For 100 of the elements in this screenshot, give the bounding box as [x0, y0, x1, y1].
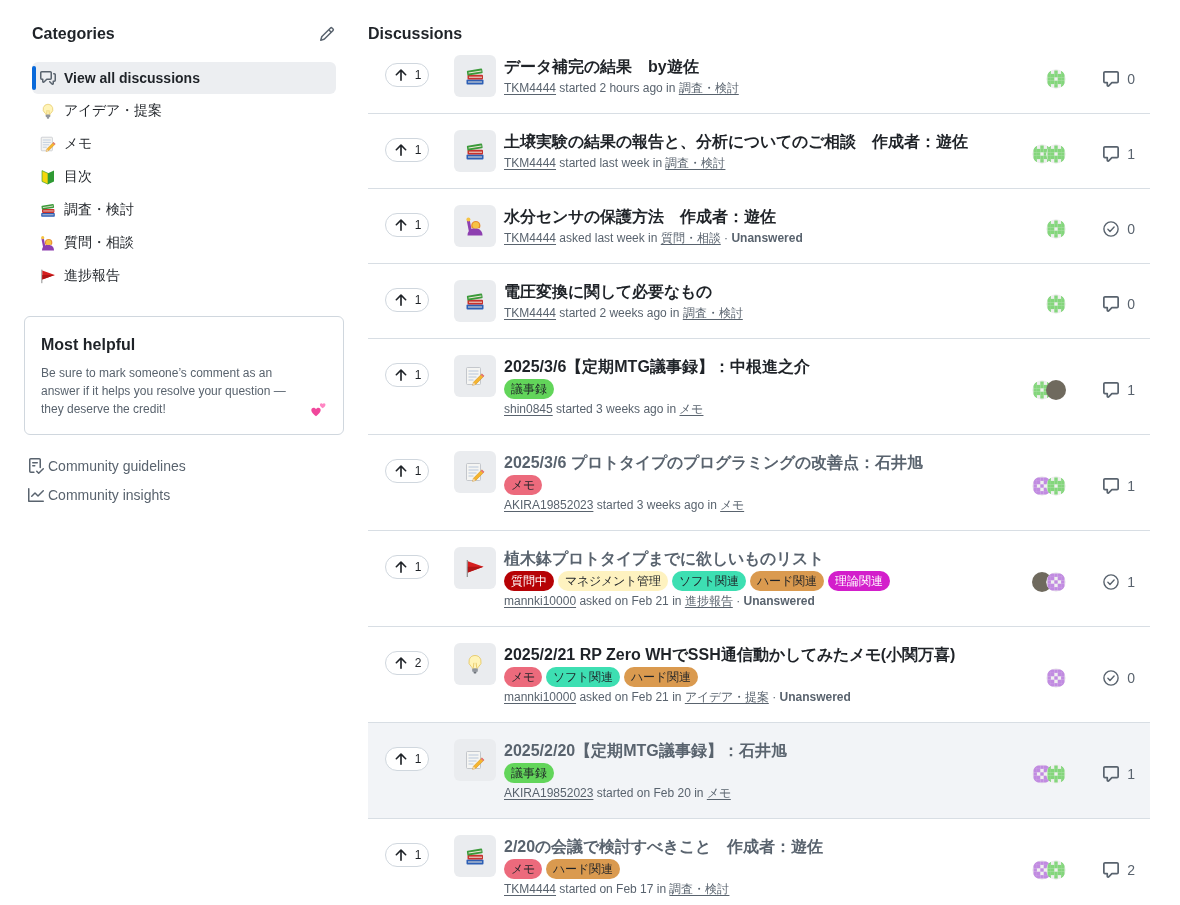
discussion-meta: TKM4444 asked last week in 質問・相談 · Unanswered [504, 230, 803, 247]
pencil-icon[interactable] [319, 26, 335, 42]
two-hearts-icon [310, 402, 327, 417]
discussion-title[interactable]: データ補完の結果 by遊佐 [504, 55, 699, 79]
discussion-title[interactable]: 植木鉢プロトタイプまでに欲しいものリスト [504, 547, 824, 571]
category-link[interactable]: 調査・検討 [665, 156, 726, 170]
comment-count: 0 [1127, 295, 1135, 314]
sidebar-link[interactable]: Community insights [24, 485, 171, 505]
books-icon [454, 280, 496, 322]
comment-icon [1103, 861, 1120, 878]
topic-label[interactable]: 議事録 [504, 379, 554, 399]
comment-count: 1 [1127, 572, 1135, 592]
arrow-up-icon [394, 561, 407, 573]
check-circle-icon [1103, 221, 1120, 237]
category-item[interactable]: 調査・検討 [32, 194, 336, 226]
category-item[interactable]: メモ [32, 128, 336, 160]
beginner-mark-icon [40, 169, 56, 185]
discussion-meta: AKIRA19852023 started 3 weeks ago in メモ [504, 497, 745, 514]
discussion-title[interactable]: 2025/3/6【定期MTG議事録】：中根進之介 [504, 355, 810, 379]
category-item[interactable]: 質問・相談 [32, 227, 336, 259]
discussion-meta: AKIRA19852023 started on Feb 20 in メモ [504, 785, 731, 802]
comment-count: 1 [1127, 764, 1135, 784]
upvote-button[interactable]: 1 [385, 213, 429, 237]
category-link[interactable]: アイデア・提案 [684, 690, 769, 704]
category-item[interactable]: 目次 [32, 161, 336, 193]
avatar-photo-placeholder [1046, 379, 1066, 400]
topic-label[interactable]: メモ [504, 475, 542, 495]
memo-pencil-icon [40, 136, 56, 152]
discussion-row[interactable]: 1 2025/2/20【定期MTG議事録】：石井旭 議事録 AKIRA19852023 started on Feb 20 in メモ 1 [368, 723, 1150, 819]
category-link[interactable]: 調査・検討 [669, 882, 730, 896]
discussion-meta: TKM4444 started on Feb 17 in 調査・検討 [504, 881, 730, 898]
category-item[interactable]: アイデア・提案 [32, 95, 336, 127]
category-link[interactable]: メモ [679, 402, 704, 416]
discussion-title[interactable]: 水分センサの保護方法 作成者：遊佐 [504, 205, 776, 229]
upvote-button[interactable]: 2 [385, 651, 429, 675]
comment-icon [1103, 296, 1120, 312]
discussion-title[interactable]: 2/20の会議で検討すべきこと 作成者：遊佐 [504, 835, 824, 859]
person-raising-hand-icon [454, 205, 496, 247]
topic-label[interactable]: ハード関連 [624, 667, 698, 687]
arrow-up-icon [394, 753, 407, 765]
category-item[interactable]: View all discussions [32, 62, 336, 94]
topic-label[interactable]: 理論関連 [828, 571, 890, 591]
topic-label[interactable]: ハード関連 [546, 859, 620, 879]
topic-label[interactable]: 質問中 [504, 571, 554, 591]
upvote-button[interactable]: 1 [385, 459, 429, 483]
upvote-button[interactable]: 1 [385, 555, 429, 579]
author-link[interactable]: TKM4444 [504, 231, 557, 245]
arrow-up-icon [394, 657, 407, 669]
author-link[interactable]: TKM4444 [504, 882, 557, 896]
comment-count: 0 [1127, 220, 1135, 239]
category-link[interactable]: 質問・相談 [660, 231, 721, 245]
arrow-up-icon [394, 144, 407, 156]
author-link[interactable]: TKM4444 [504, 306, 557, 320]
card-title: Most helpful [41, 335, 136, 355]
books-icon [454, 835, 496, 877]
category-item[interactable]: 進捗報告 [32, 260, 336, 292]
author-link[interactable]: AKIRA19852023 [504, 498, 594, 512]
comment-icon [1103, 381, 1120, 398]
upvote-button[interactable]: 1 [385, 843, 429, 867]
category-link[interactable]: 進捗報告 [684, 594, 733, 608]
category-link[interactable]: 調査・検討 [678, 81, 739, 95]
comment-count: 2 [1127, 860, 1135, 880]
author-link[interactable]: mannki10000 [504, 594, 577, 608]
memo-pencil-icon [454, 355, 496, 397]
topic-label[interactable]: メモ [504, 859, 542, 879]
author-link[interactable]: TKM4444 [504, 81, 557, 95]
comment-icon [1103, 765, 1120, 782]
section-title: Discussions [368, 24, 463, 44]
topic-label[interactable]: 議事録 [504, 763, 554, 783]
upvote-button[interactable]: 1 [385, 138, 429, 162]
discussion-title[interactable]: 2025/2/21 RP Zero WHでSSH通信動かしてみたメモ(小関万喜) [504, 643, 956, 667]
discussion-title[interactable]: 2025/3/6 プロトタイプのプログラミングの改善点：石井旭 [504, 451, 923, 475]
memo-pencil-icon [454, 451, 496, 493]
category-link[interactable]: 調査・検討 [682, 306, 743, 320]
discussion-title[interactable]: 土壌実験の結果の報告と、分析についてのご相談 作成者：遊佐 [504, 130, 968, 154]
upvote-button[interactable]: 1 [385, 363, 429, 387]
upvote-button[interactable]: 1 [385, 63, 429, 87]
topic-label[interactable]: マネジメント管理 [558, 571, 668, 591]
upvote-button[interactable]: 1 [385, 288, 429, 312]
author-link[interactable]: shin0845 [504, 402, 553, 416]
sidebar-link[interactable]: Community guidelines [24, 456, 186, 476]
comment-count: 1 [1127, 145, 1135, 164]
discussion-title[interactable]: 2025/2/20【定期MTG議事録】：石井旭 [504, 739, 787, 763]
books-icon [454, 55, 496, 97]
discussion-title[interactable]: 電圧変換に関して必要なもの [504, 280, 712, 304]
category-link[interactable]: メモ [720, 498, 745, 512]
checklist-icon [28, 458, 44, 474]
arrow-up-icon [394, 219, 407, 231]
author-link[interactable]: TKM4444 [504, 156, 557, 170]
line-graph-icon [28, 487, 44, 503]
topic-label[interactable]: メモ [504, 667, 542, 687]
upvote-button[interactable]: 1 [385, 747, 429, 771]
topic-label[interactable]: ソフト関連 [672, 571, 746, 591]
flag-icon [40, 268, 56, 284]
topic-label[interactable]: ソフト関連 [546, 667, 620, 687]
category-link[interactable]: メモ [706, 786, 731, 800]
topic-label[interactable]: ハード関連 [750, 571, 824, 591]
person-raising-hand-icon [40, 235, 56, 251]
author-link[interactable]: AKIRA19852023 [504, 786, 594, 800]
author-link[interactable]: mannki10000 [504, 690, 577, 704]
